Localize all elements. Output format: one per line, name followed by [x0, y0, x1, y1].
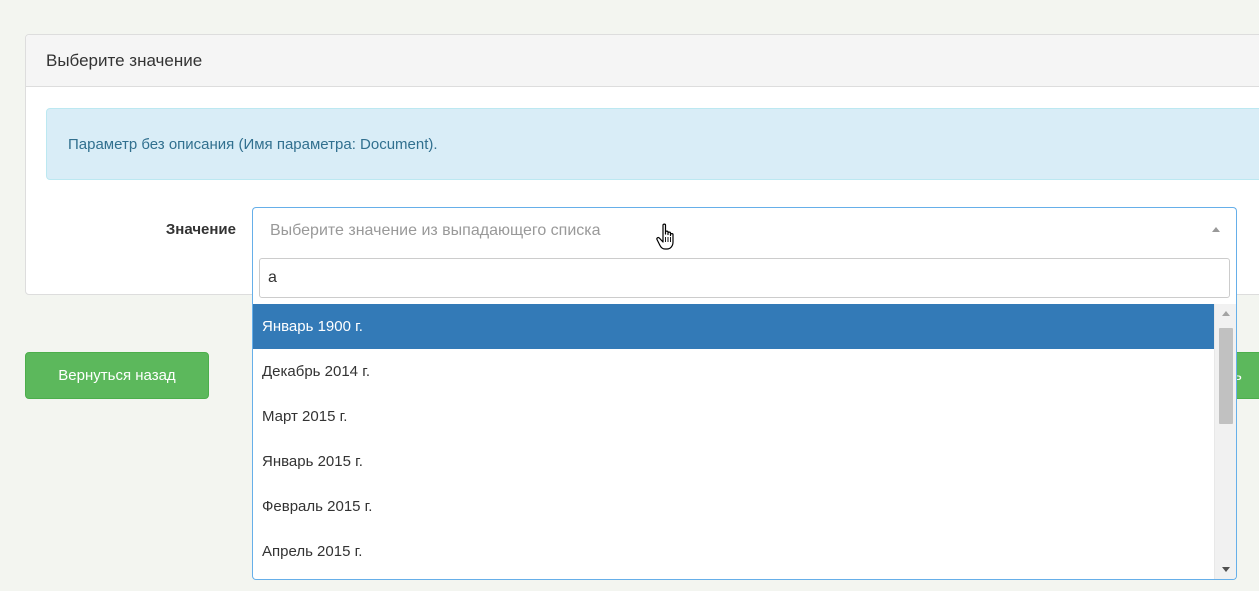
scroll-thumb[interactable]: [1219, 328, 1233, 424]
select-placeholder: Выберите значение из выпадающего списка: [270, 222, 601, 239]
chevron-up-icon: [1212, 227, 1220, 232]
value-field-label: Значение: [165, 221, 236, 238]
option-item[interactable]: Февраль 2015 г.: [253, 484, 1214, 529]
back-button[interactable]: Вернуться назад: [25, 352, 209, 399]
options-list: Январь 1900 г. Декабрь 2014 г. Март 2015…: [253, 304, 1214, 579]
select-dropdown: Январь 1900 г. Декабрь 2014 г. Март 2015…: [252, 252, 1237, 580]
page: Выберите значение Параметр без описания …: [0, 0, 1259, 591]
value-select[interactable]: Выберите значение из выпадающего списка: [252, 207, 1237, 253]
option-item[interactable]: Март 2015 г.: [253, 394, 1214, 439]
option-item[interactable]: Апрель 2015 г.: [253, 529, 1214, 574]
option-item[interactable]: Январь 2015 г.: [253, 439, 1214, 484]
options-scrollbar[interactable]: [1214, 304, 1236, 579]
parameter-info-text: Параметр без описания (Имя параметра: Do…: [68, 136, 438, 153]
parameter-info-alert: Параметр без описания (Имя параметра: Do…: [46, 108, 1259, 180]
panel-title: Выберите значение: [26, 35, 1259, 87]
dropdown-search[interactable]: [259, 258, 1230, 298]
option-item[interactable]: Январь 1900 г.: [253, 304, 1214, 349]
hand-pointer-icon: [656, 223, 674, 250]
option-item[interactable]: Декабрь 2014 г.: [253, 349, 1214, 394]
scroll-up-icon[interactable]: [1222, 311, 1230, 316]
scroll-down-icon[interactable]: [1222, 567, 1230, 572]
dropdown-search-input[interactable]: [260, 259, 1229, 297]
